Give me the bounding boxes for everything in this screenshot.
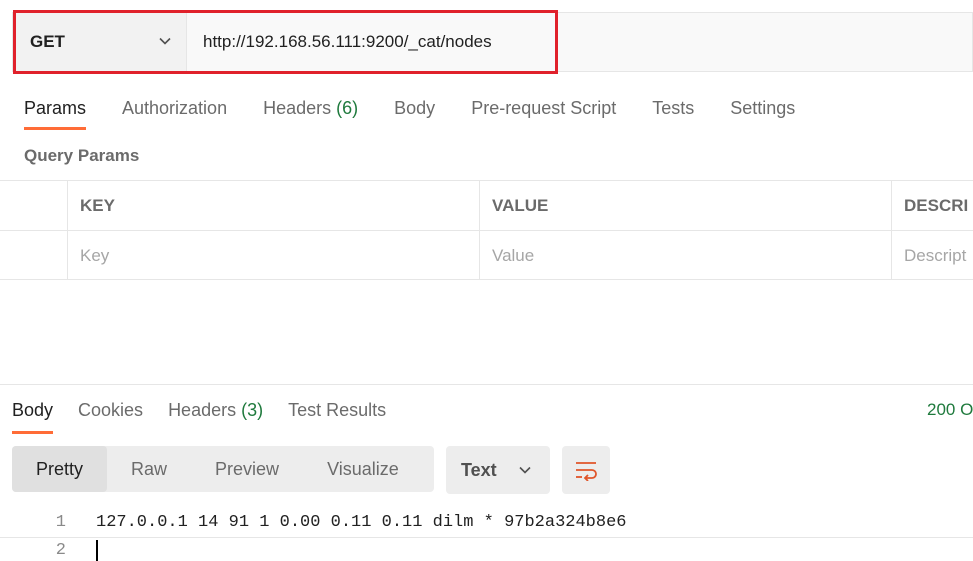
value-input[interactable]: Value (480, 231, 892, 280)
view-mode-preview[interactable]: Preview (191, 446, 303, 492)
tab-settings[interactable]: Settings (730, 94, 795, 132)
tab-params[interactable]: Params (24, 94, 87, 132)
key-input[interactable]: Key (68, 231, 480, 280)
response-tab-test-results[interactable]: Test Results (288, 398, 386, 434)
code-line-current: 2 (0, 537, 973, 561)
status-code: 200 O (927, 400, 973, 419)
url-input[interactable]: http://192.168.56.111:9200/_cat/nodes (186, 13, 972, 71)
response-tab-cookies[interactable]: Cookies (78, 398, 143, 434)
checkbox-column-header (0, 181, 68, 230)
request-bar: GET http://192.168.56.111:9200/_cat/node… (12, 12, 973, 72)
params-header-row: KEY VALUE DESCRI (0, 180, 973, 230)
line-number: 2 (55, 541, 66, 560)
response-tab-body[interactable]: Body (12, 398, 54, 434)
key-column-header: KEY (68, 181, 480, 230)
chevron-down-icon (159, 37, 171, 45)
chevron-down-icon (519, 466, 531, 474)
response-tabs: Body Cookies Headers (3) Test Results (12, 398, 411, 434)
format-select[interactable]: Text (446, 446, 550, 494)
view-mode-visualize[interactable]: Visualize (303, 446, 423, 492)
view-mode-raw[interactable]: Raw (107, 446, 191, 492)
view-mode-group: Pretty Raw Preview Visualize (12, 446, 434, 492)
request-tabs: Params Authorization Headers (6) Body Pr… (24, 94, 831, 134)
wrap-lines-button[interactable] (562, 446, 610, 494)
value-column-header: VALUE (480, 181, 892, 230)
tab-pre-request-script[interactable]: Pre-request Script (471, 94, 616, 132)
method-select[interactable]: GET (19, 13, 186, 71)
wrap-lines-icon (576, 462, 597, 481)
query-params-title: Query Params (24, 146, 140, 165)
response-headers-count: (3) (241, 400, 264, 420)
tab-headers[interactable]: Headers (6) (263, 94, 358, 132)
line-number: 1 (55, 513, 66, 532)
response-body-editor[interactable]: 1 127.0.0.1 14 91 1 0.00 0.11 0.11 dilm … (0, 510, 973, 561)
description-column-header: DESCRI (904, 195, 969, 215)
text-cursor (96, 540, 98, 561)
url-text: http://192.168.56.111:9200/_cat/nodes (203, 32, 492, 51)
line-text: 127.0.0.1 14 91 1 0.00 0.11 0.11 dilm * … (96, 513, 627, 532)
code-line: 1 127.0.0.1 14 91 1 0.00 0.11 0.11 dilm … (0, 510, 973, 537)
params-empty-row: Key Value Descript (0, 230, 973, 280)
tab-authorization[interactable]: Authorization (122, 94, 227, 132)
headers-count: (6) (336, 98, 359, 118)
response-tab-headers[interactable]: Headers (3) (168, 398, 263, 434)
response-divider[interactable] (0, 384, 973, 385)
row-checkbox-cell (0, 231, 68, 280)
params-table: KEY VALUE DESCRI Key Value Descript (0, 180, 973, 280)
tab-tests[interactable]: Tests (652, 94, 694, 132)
tab-body[interactable]: Body (394, 94, 435, 132)
format-label: Text (461, 459, 497, 480)
description-input[interactable]: Descript (892, 231, 973, 280)
view-mode-pretty[interactable]: Pretty (12, 446, 108, 492)
method-label: GET (30, 32, 65, 51)
